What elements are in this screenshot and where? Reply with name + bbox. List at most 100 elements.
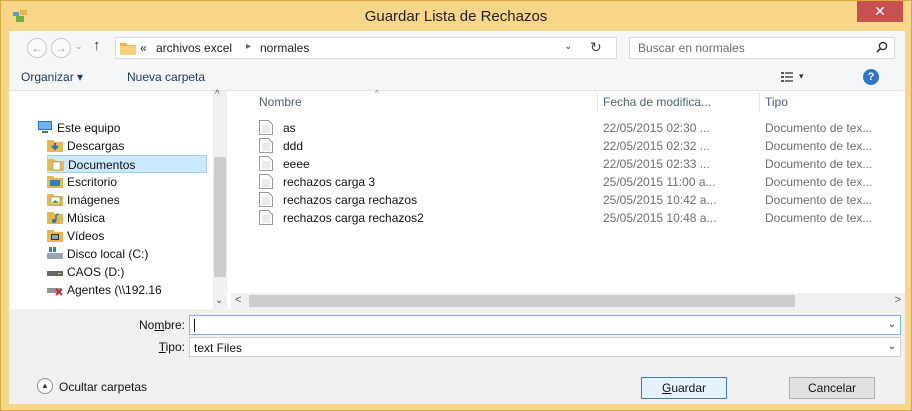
folder-icon: [120, 43, 136, 55]
name-label: Nombre:: [105, 318, 185, 332]
nav-item-disco-local[interactable]: Disco local (C:): [47, 245, 207, 263]
file-type-select[interactable]: text Files ⌄: [189, 337, 901, 357]
crumb-overflow[interactable]: «: [140, 41, 147, 55]
column-header-date[interactable]: Fecha de modifica...: [603, 95, 711, 109]
view-dropdown[interactable]: ▾: [799, 71, 804, 82]
type-label-accesskey: T: [158, 340, 166, 354]
documents-folder-icon: [48, 159, 64, 171]
file-type: Documento de tex...: [765, 121, 873, 135]
file-row[interactable]: eeee 22/05/2015 02:33 ... Documento de t…: [259, 155, 905, 173]
text-file-icon: [259, 120, 273, 135]
downloads-folder-icon: [47, 140, 63, 152]
column-divider[interactable]: [759, 93, 760, 111]
navigation-pane: Este equipo Descargas Documentos Escrito…: [9, 91, 227, 309]
file-type: Documento de tex...: [765, 139, 873, 153]
search-icon[interactable]: [876, 41, 888, 53]
address-dropdown[interactable]: ⌄: [564, 41, 572, 52]
nav-item-escritorio[interactable]: Escritorio: [47, 173, 207, 191]
file-name: as: [283, 121, 296, 135]
file-list-horizontal-scrollbar[interactable]: < >: [231, 293, 905, 309]
file-type-value: text Files: [194, 341, 243, 355]
save-button[interactable]: Guardar: [641, 377, 727, 399]
file-name: ddd: [283, 139, 304, 153]
nav-item-caos[interactable]: CAOS (D:): [47, 263, 207, 281]
text-caret: [194, 319, 195, 332]
search-placeholder: Buscar en normales: [638, 41, 745, 55]
network-drive-disconnected-icon: [47, 288, 63, 296]
videos-folder-icon: [47, 230, 63, 242]
nav-item-label: CAOS (D:): [67, 265, 125, 279]
column-header-name[interactable]: Nombre: [259, 95, 302, 109]
search-box[interactable]: Buscar en normales: [629, 37, 895, 59]
file-row[interactable]: as 22/05/2015 02:30 ... Documento de tex…: [259, 119, 905, 137]
nav-item-label: Vídeos: [67, 229, 105, 243]
hide-folders-label: Ocultar carpetas: [59, 380, 148, 394]
crumb-normales[interactable]: normales: [260, 41, 309, 55]
recent-locations-dropdown[interactable]: ⌄: [75, 41, 83, 52]
name-label-part: bre:: [164, 318, 185, 332]
close-button[interactable]: ✕: [857, 1, 903, 22]
type-label: Tipo:: [105, 340, 185, 354]
nav-item-label: Música: [67, 211, 106, 225]
file-type: Documento de tex...: [765, 193, 873, 207]
nav-item-imagenes[interactable]: Imágenes: [47, 191, 207, 209]
chevron-down-icon[interactable]: ⌄: [888, 319, 896, 330]
nav-item-descargas[interactable]: Descargas: [47, 137, 207, 155]
forward-button[interactable]: →: [51, 38, 71, 58]
chevron-up-icon: ▲: [37, 378, 53, 394]
nav-item-videos[interactable]: Vídeos: [47, 227, 207, 245]
column-divider[interactable]: [597, 93, 598, 111]
nav-item-label: Este equipo: [57, 121, 121, 135]
up-folder-button[interactable]: ↑: [93, 37, 101, 54]
type-label-part: ipo:: [165, 340, 185, 354]
refresh-icon[interactable]: ↻: [590, 39, 602, 56]
nav-item-agentes[interactable]: Agentes (\\192.16: [47, 281, 207, 299]
scroll-up-arrow[interactable]: ^: [215, 89, 220, 100]
help-icon[interactable]: ?: [863, 69, 879, 85]
nav-item-este-equipo[interactable]: Este equipo: [37, 119, 197, 137]
file-name: rechazos carga rechazos2: [283, 211, 424, 225]
nav-item-label: Descargas: [67, 139, 125, 153]
nav-item-label: Documentos: [68, 158, 136, 172]
nav-item-label: Escritorio: [67, 175, 118, 189]
chevron-down-icon[interactable]: ⌄: [888, 341, 896, 352]
title-bar[interactable]: Guardar Lista de Rechazos ✕: [1, 1, 911, 31]
file-date: 22/05/2015 02:32 ...: [603, 139, 710, 153]
nav-item-documentos[interactable]: Documentos: [47, 155, 207, 173]
column-header-type[interactable]: Tipo: [765, 95, 788, 109]
file-row[interactable]: ddd 22/05/2015 02:32 ... Documento de te…: [259, 137, 905, 155]
crumb-archivos-excel[interactable]: archivos excel: [156, 41, 232, 55]
organize-menu[interactable]: Organizar ▾: [21, 70, 83, 84]
cancel-button[interactable]: Cancelar: [789, 377, 875, 399]
file-row[interactable]: rechazos carga rechazos 25/05/2015 10:42…: [259, 191, 905, 209]
view-options-icon[interactable]: [781, 72, 793, 82]
nav-vertical-scrollbar[interactable]: ^ ⌄: [213, 89, 227, 313]
address-bar[interactable]: « archivos excel ▸ normales ⌄ ↻: [115, 37, 617, 59]
sort-indicator: ^: [375, 89, 379, 98]
scroll-thumb[interactable]: [249, 295, 795, 307]
back-button[interactable]: ←: [27, 38, 47, 58]
file-type: Documento de tex...: [765, 211, 873, 225]
scroll-right-arrow[interactable]: >: [895, 294, 901, 306]
name-label-part: No: [138, 318, 155, 332]
local-disk-icon: [47, 247, 63, 259]
nav-item-musica[interactable]: Música: [47, 209, 207, 227]
file-name-input[interactable]: ⌄: [189, 315, 901, 335]
scroll-left-arrow[interactable]: <: [235, 294, 241, 306]
text-file-icon: [259, 174, 273, 189]
file-date: 25/05/2015 11:00 a...: [603, 175, 716, 189]
dialog-body: ← → ⌄ ↑ « archivos excel ▸ normales ⌄ ↻ …: [9, 31, 905, 404]
file-row[interactable]: rechazos carga rechazos2 25/05/2015 10:4…: [259, 209, 905, 227]
text-file-icon: [259, 192, 273, 207]
window-title: Guardar Lista de Rechazos: [364, 8, 548, 25]
file-row[interactable]: rechazos carga 3 25/05/2015 11:00 a... D…: [259, 173, 905, 191]
music-folder-icon: [47, 212, 63, 224]
scroll-thumb[interactable]: [214, 157, 226, 277]
file-name: rechazos carga 3: [283, 175, 376, 189]
scroll-down-arrow[interactable]: ⌄: [215, 295, 223, 306]
save-accesskey: G: [661, 381, 672, 395]
address-row: ← → ⌄ ↑ « archivos excel ▸ normales ⌄ ↻ …: [9, 31, 905, 63]
new-folder-button[interactable]: Nueva carpeta: [127, 70, 205, 84]
crumb-separator[interactable]: ▸: [246, 41, 251, 52]
command-toolbar: Organizar ▾ Nueva carpeta ▾ ?: [9, 63, 905, 91]
